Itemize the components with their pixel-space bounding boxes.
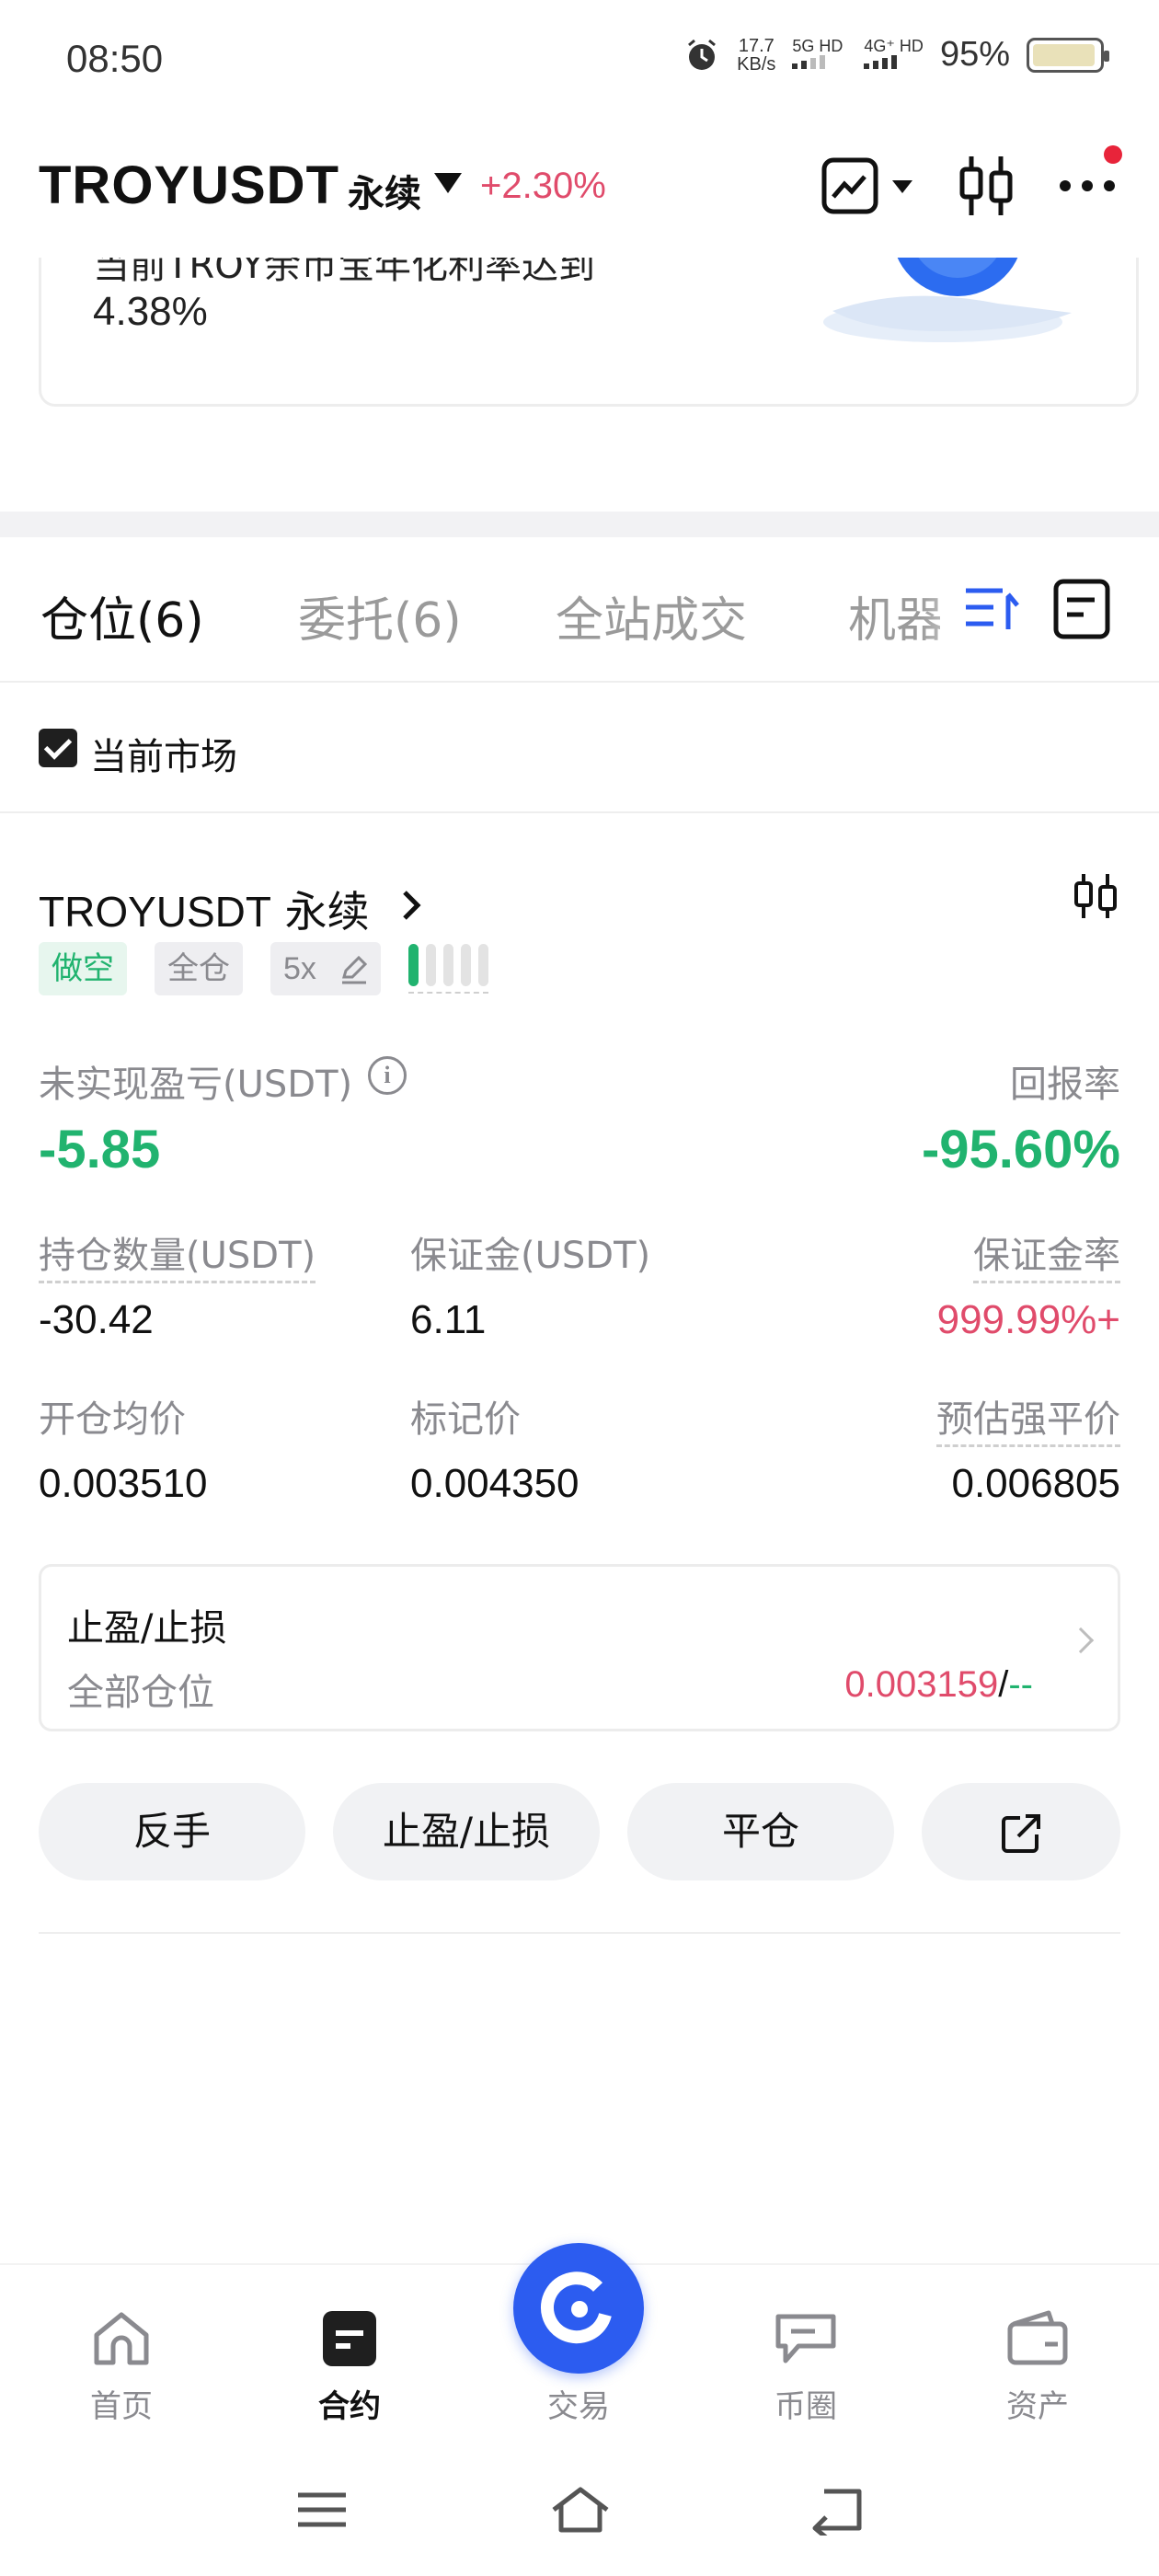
candlestick-icon[interactable] [957, 155, 1016, 217]
risk-level-indicator[interactable] [408, 944, 488, 994]
tab-orders[interactable]: 委托(6) [298, 581, 462, 650]
edit-icon [342, 955, 368, 984]
margin-ratio-value: 999.99%+ [936, 1297, 1120, 1342]
margin-mode-tag: 全仓 [155, 942, 243, 995]
sl-value: -- [1008, 1664, 1033, 1705]
record-icon[interactable] [1052, 578, 1111, 640]
margin-value: 6.11 [410, 1297, 487, 1342]
tab-market-trades[interactable]: 全站成交 [556, 581, 747, 650]
system-home-icon[interactable] [548, 2484, 613, 2536]
tpsl-title: 止盈/止损 [67, 1607, 227, 1650]
mark-price-label: 标记价 [410, 1398, 521, 1441]
position-tabs: 仓位(6) 委托(6) 全站成交 机器 [0, 537, 1159, 683]
entry-price-value: 0.003510 [39, 1461, 208, 1506]
sim2-signal: 4G⁺ HD [864, 38, 924, 72]
liquidation-price-label[interactable]: 预估强平价 [936, 1389, 1120, 1447]
alarm-icon [688, 39, 717, 70]
tab-fade [920, 537, 1159, 681]
side-tag: 做空 [39, 942, 127, 995]
nav-trade-label[interactable]: 交易 [513, 2381, 644, 2426]
banner-line2: 4.38% [93, 289, 208, 334]
signal-icon [864, 55, 898, 69]
tpsl-scope: 全部仓位 [67, 1672, 214, 1714]
sim1-signal: 5G HD [792, 38, 847, 72]
share-icon [1002, 1814, 1040, 1853]
menu-icon[interactable] [294, 2488, 350, 2532]
header-contract-type[interactable]: 永续 [348, 164, 421, 217]
tpsl-values: 0.003159/-- [844, 1664, 1033, 1706]
chevron-right-icon [1067, 1627, 1095, 1654]
trade-logo-icon [540, 2271, 612, 2344]
share-button[interactable] [922, 1783, 1120, 1880]
reverse-button[interactable]: 反手 [39, 1783, 305, 1880]
home-icon [94, 2312, 149, 2365]
battery-icon [1027, 37, 1109, 73]
nav-assets[interactable]: 资产 [964, 2309, 1111, 2426]
status-time: 08:50 [66, 37, 164, 80]
futures-icon [323, 2311, 376, 2366]
entry-price-label: 开仓均价 [39, 1398, 186, 1441]
roe-value: -95.60% [921, 1120, 1120, 1179]
header-symbol[interactable]: TROYUSDT [39, 155, 339, 216]
leverage-value: 5x [283, 951, 316, 986]
leverage-tag[interactable]: 5x [270, 942, 381, 995]
close-position-button[interactable]: 平仓 [627, 1783, 894, 1880]
liquidation-price-value: 0.006805 [951, 1461, 1120, 1506]
nav-label: 币圈 [775, 2388, 837, 2425]
risk-bar [443, 944, 453, 986]
tab-positions[interactable]: 仓位(6) [40, 581, 204, 650]
position-symbol: TROYUSDT [39, 888, 271, 936]
nav-home[interactable]: 首页 [48, 2309, 195, 2426]
chevron-right-icon[interactable] [399, 887, 425, 924]
nav-community[interactable]: 币圈 [732, 2309, 879, 2426]
divider [0, 811, 1159, 813]
tp-value: 0.003159 [844, 1664, 999, 1705]
current-market-label[interactable]: 当前市场 [90, 727, 237, 780]
mark-price-value: 0.004350 [410, 1461, 580, 1506]
section-separator [0, 512, 1159, 537]
tpsl-button[interactable]: 止盈/止损 [333, 1783, 600, 1880]
margin-ratio-label[interactable]: 保证金率 [973, 1225, 1120, 1283]
position-title[interactable]: TROYUSDT 永续 [39, 879, 370, 939]
status-icons: 17.7 KB/s 5G HD 4G⁺ HD 95% [683, 35, 1109, 75]
roe-label: 回报率 [1010, 1064, 1120, 1106]
nav-label: 合约 [318, 2388, 381, 2425]
chart-mode-icon[interactable] [820, 156, 918, 215]
caret-down-icon[interactable] [434, 173, 462, 193]
chat-icon [775, 2314, 836, 2363]
sort-icon[interactable] [962, 578, 1021, 637]
unrealized-pnl-label: 未实现盈亏(USDT) [39, 1064, 353, 1106]
trade-fab-button[interactable] [513, 2243, 644, 2374]
margin-label: 保证金(USDT) [410, 1235, 651, 1277]
header-change: +2.30% [480, 166, 606, 206]
net-speed: 17.7 KB/s [737, 35, 776, 75]
position-contract-type: 永续 [284, 887, 370, 937]
position-size-value: -30.42 [39, 1297, 154, 1342]
battery-percent: 95% [939, 35, 1010, 74]
risk-bar [478, 944, 488, 986]
wallet-icon [1007, 2310, 1068, 2365]
risk-bar [426, 944, 436, 986]
candlestick-icon[interactable] [1073, 872, 1119, 920]
nav-label: 资产 [1006, 2388, 1069, 2425]
back-icon[interactable] [808, 2484, 865, 2536]
position-size-label[interactable]: 持仓数量(USDT) [39, 1225, 316, 1283]
nav-label: 首页 [90, 2388, 153, 2425]
tpsl-panel[interactable]: 止盈/止损 全部仓位 0.003159/-- [39, 1564, 1120, 1731]
signal-icon [792, 55, 826, 69]
divider [39, 1932, 1120, 1934]
risk-bar [461, 944, 471, 986]
nav-futures[interactable]: 合约 [276, 2309, 423, 2426]
unrealized-pnl-value: -5.85 [39, 1120, 161, 1179]
system-nav-bar [0, 2447, 1159, 2576]
tpsl-separator: / [998, 1664, 1009, 1705]
risk-bar [408, 944, 419, 986]
more-icon[interactable] [1058, 144, 1131, 199]
current-market-checkbox[interactable] [39, 729, 77, 767]
info-icon[interactable]: i [368, 1056, 407, 1095]
